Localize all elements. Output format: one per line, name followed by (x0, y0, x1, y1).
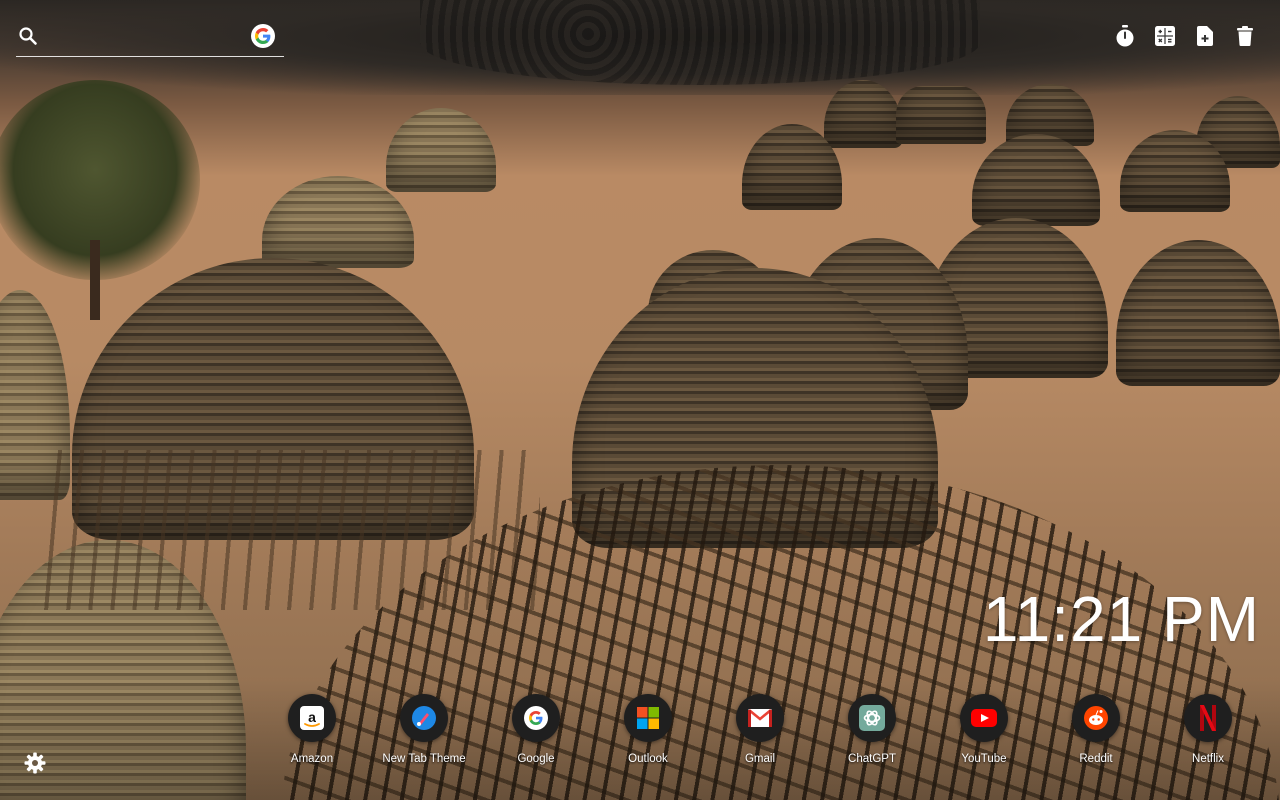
amazon-icon: a (288, 694, 336, 742)
netflix-icon (1184, 694, 1232, 742)
shortcut-outlook[interactable]: Outlook (592, 694, 704, 765)
shortcut-reddit[interactable]: Reddit (1040, 694, 1152, 765)
background-hut (386, 108, 496, 192)
shortcut-label: Amazon (290, 753, 334, 765)
search-input[interactable] (48, 24, 252, 52)
shortcut-label: Netflix (1192, 753, 1224, 765)
calculator-icon[interactable] (1154, 24, 1176, 48)
shortcut-google[interactable]: Google (480, 694, 592, 765)
shortcut-netflix[interactable]: Netflix (1152, 694, 1264, 765)
shortcut-label: New Tab Theme (382, 753, 466, 765)
shortcut-label: Outlook (628, 753, 668, 765)
microsoft-icon (624, 694, 672, 742)
background-tree (0, 80, 200, 280)
background-hut (972, 134, 1100, 226)
svg-text:a: a (308, 709, 316, 725)
background-hut (1116, 240, 1280, 386)
shortcut-amazon[interactable]: a Amazon (256, 694, 368, 765)
search-icon[interactable] (18, 26, 38, 46)
gear-icon[interactable] (24, 752, 48, 776)
shortcut-new-tab-theme[interactable]: New Tab Theme (368, 694, 480, 765)
background-tree-trunk (90, 240, 100, 320)
add-note-icon[interactable] (1194, 24, 1216, 48)
timer-icon[interactable] (1114, 24, 1136, 48)
shortcut-youtube[interactable]: YouTube (928, 694, 1040, 765)
google-icon (512, 694, 560, 742)
google-g-icon[interactable] (251, 24, 275, 48)
shortcut-label: YouTube (961, 753, 1007, 765)
reddit-icon (1072, 694, 1120, 742)
shortcut-label: Google (517, 753, 555, 765)
chatgpt-icon (848, 694, 896, 742)
clock: 11:21 PM (982, 583, 1260, 655)
shortcut-label: Reddit (1079, 753, 1113, 765)
youtube-icon (960, 694, 1008, 742)
background-image (0, 0, 1280, 800)
top-toolbar (1114, 24, 1256, 48)
background-hut (896, 86, 986, 144)
new-tab-theme-icon (400, 694, 448, 742)
shortcut-gmail[interactable]: Gmail (704, 694, 816, 765)
shortcut-label: Gmail (744, 753, 776, 765)
trash-icon[interactable] (1234, 24, 1256, 48)
shortcut-label: ChatGPT (848, 753, 896, 765)
shortcut-chatgpt[interactable]: ChatGPT (816, 694, 928, 765)
shortcut-dock: a Amazon New Tab Theme Google Outlook Gm… (256, 694, 1264, 765)
gmail-icon (736, 694, 784, 742)
search-bar (16, 22, 284, 57)
background-rocks-dark (420, 0, 980, 85)
